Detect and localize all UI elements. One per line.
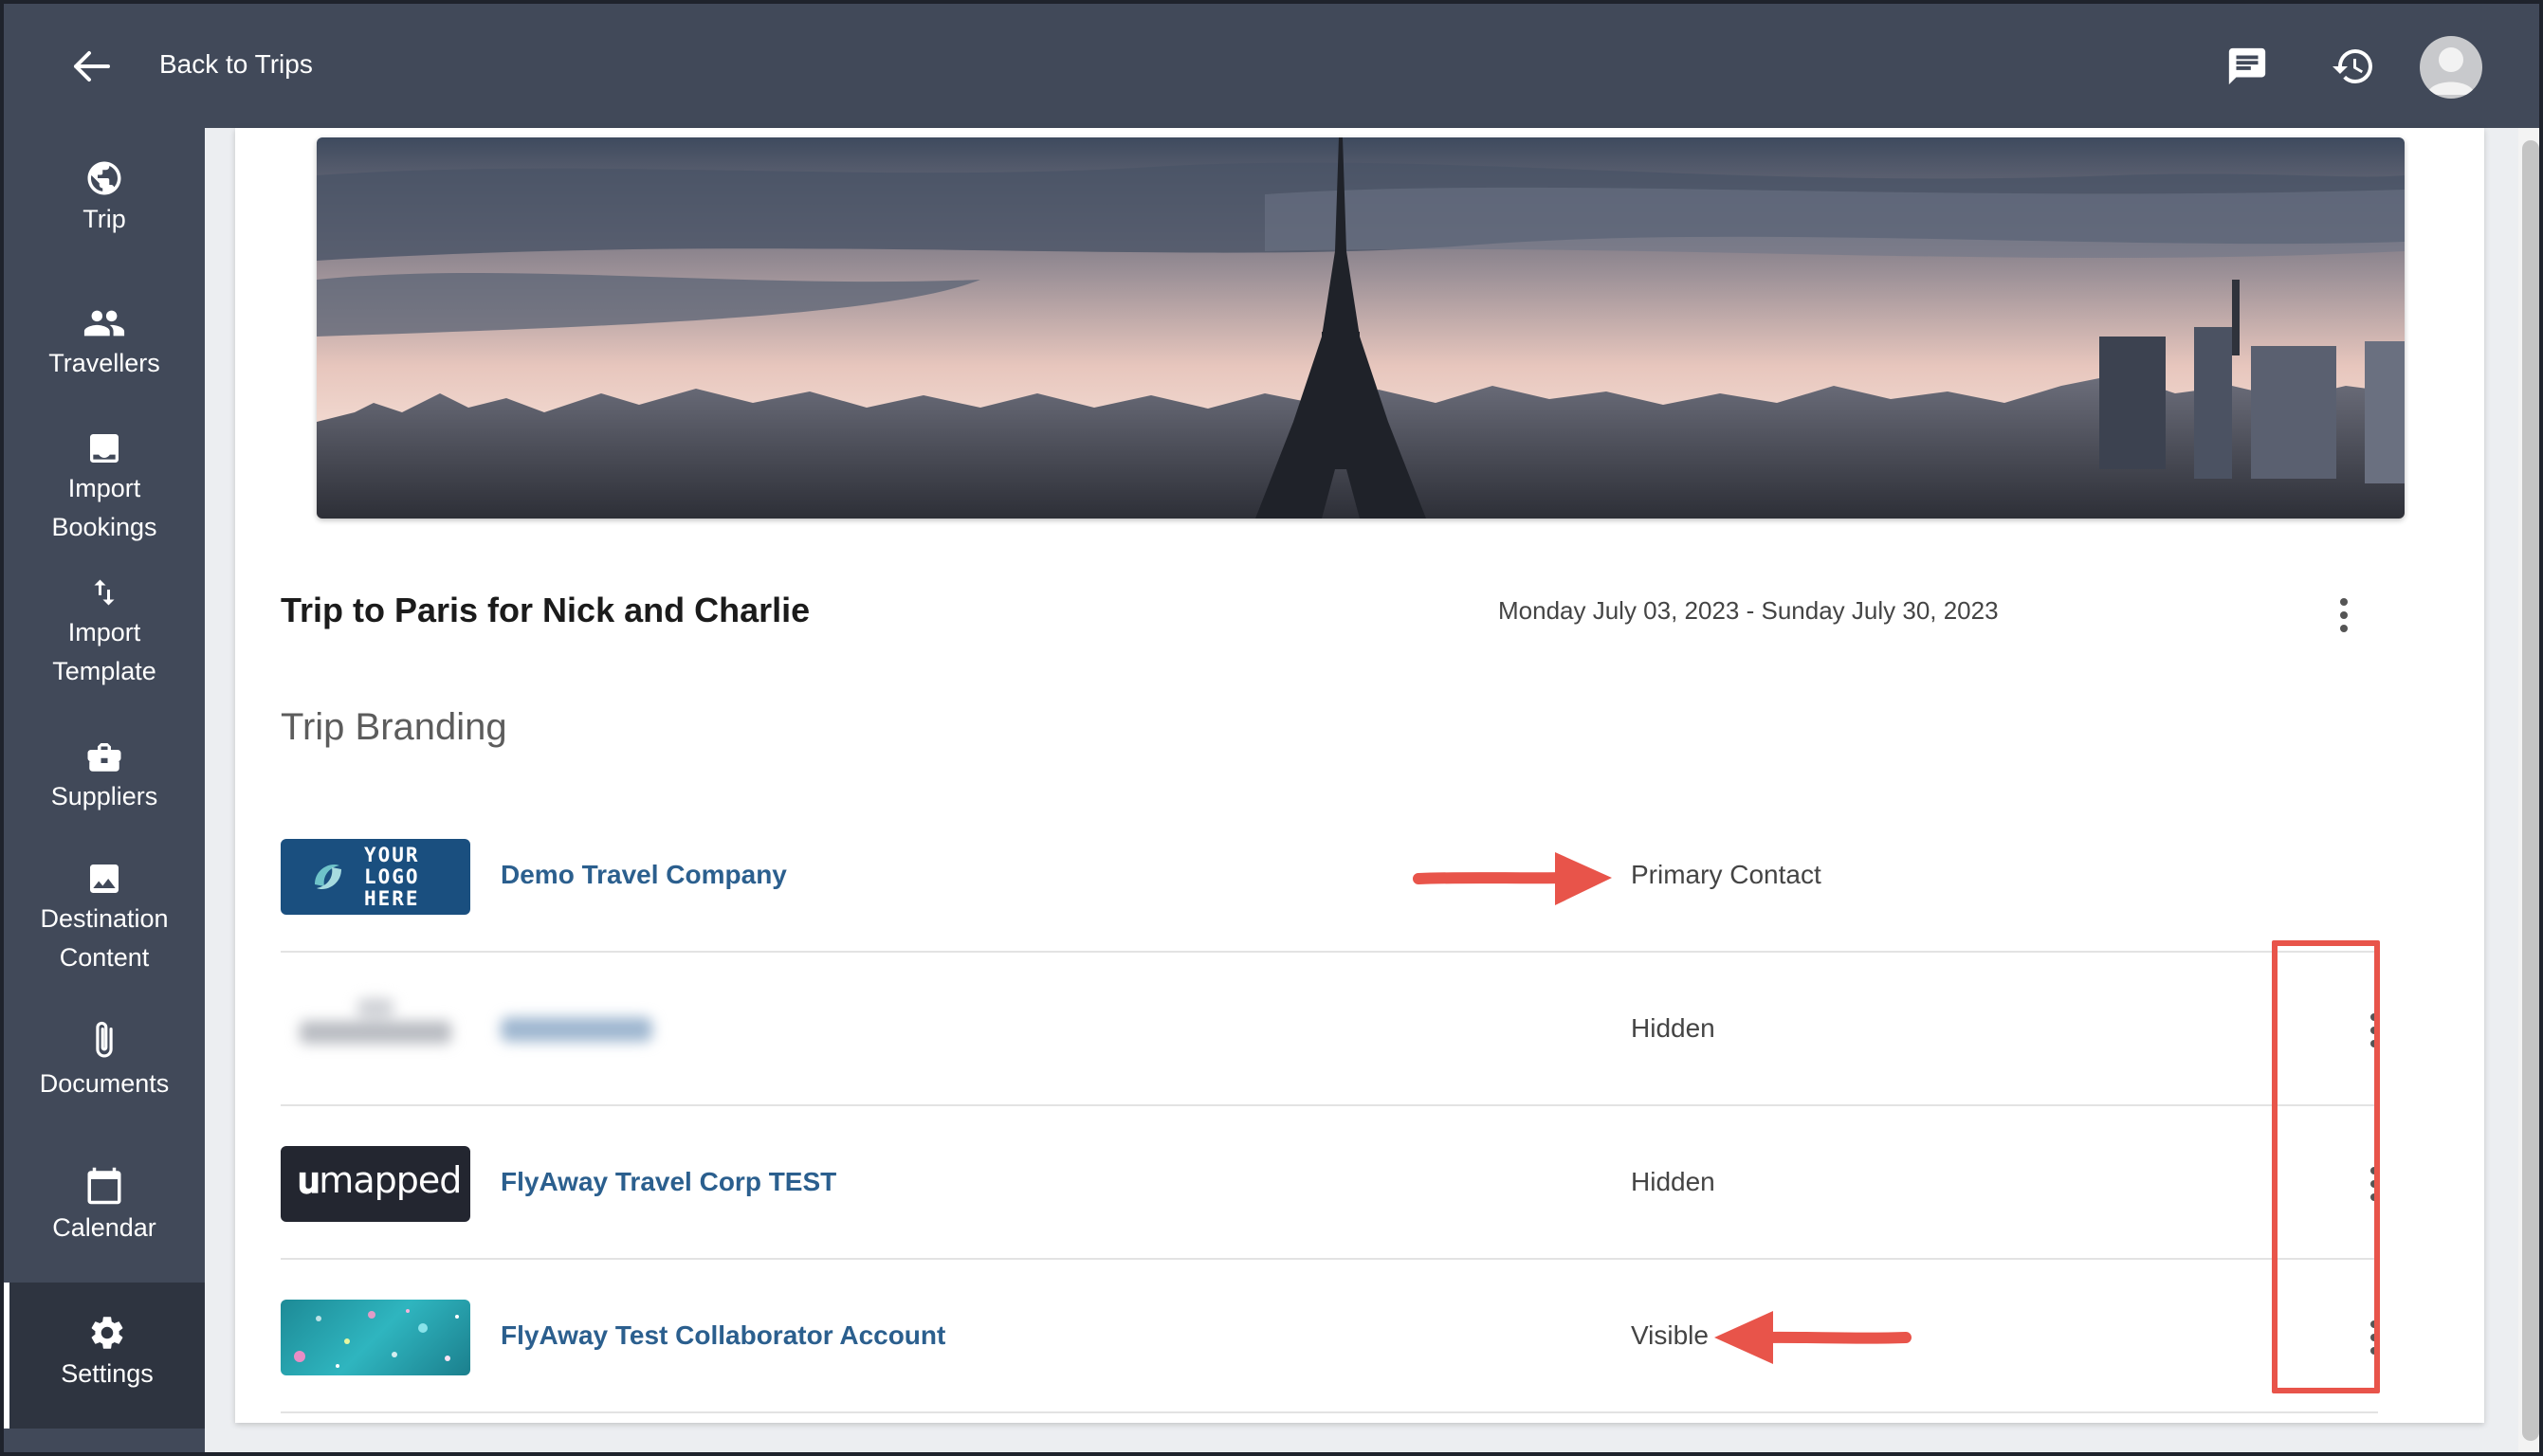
user-avatar-icon bbox=[2427, 47, 2475, 95]
trip-more-options-button[interactable] bbox=[2323, 591, 2365, 640]
message-icon bbox=[2228, 47, 2266, 85]
teal-confetti-logo bbox=[281, 1300, 470, 1375]
blurred-company-link[interactable] bbox=[501, 1017, 652, 1042]
arrow-left-icon bbox=[74, 51, 110, 82]
umapped-logo: 𝐮mapped bbox=[281, 1146, 470, 1222]
sidebar-item-settings[interactable]: Settings bbox=[4, 1283, 205, 1429]
people-icon bbox=[83, 310, 125, 337]
image-icon bbox=[90, 864, 119, 893]
swap-vertical-icon bbox=[94, 579, 115, 606]
umapped-logo-text: mapped bbox=[319, 1159, 462, 1201]
briefcase-icon bbox=[87, 743, 121, 772]
status-text: Hidden bbox=[1631, 1167, 1715, 1196]
sidebar-item-label: Destination Content bbox=[40, 904, 169, 972]
section-title-trip-branding: Trip Branding bbox=[281, 706, 507, 748]
sidebar-item-destination-content[interactable]: Destination Content bbox=[4, 854, 205, 977]
sidebar-item-label: Documents bbox=[39, 1069, 170, 1098]
status-text: Primary Contact bbox=[1631, 860, 1821, 889]
branding-row: YOUR LOGO HERE Demo Travel Company Prima… bbox=[281, 799, 2378, 953]
back-to-trips-link[interactable]: Back to Trips bbox=[159, 49, 313, 80]
status-text: Hidden bbox=[1631, 1013, 1715, 1043]
swirl-logo-icon bbox=[315, 864, 341, 890]
sidebar-item-import-bookings[interactable]: Import Bookings bbox=[4, 424, 205, 547]
sidebar-item-documents[interactable]: Documents bbox=[4, 1019, 205, 1103]
company-link[interactable]: Demo Travel Company bbox=[501, 860, 787, 890]
scrollbar-thumb[interactable] bbox=[2522, 140, 2539, 1441]
company-link[interactable]: FlyAway Travel Corp TEST bbox=[501, 1167, 836, 1197]
logo-text-line: YOUR bbox=[364, 844, 420, 866]
branding-row: 𝐮mapped FlyAway Travel Corp TEST Hidden bbox=[281, 1106, 2378, 1260]
sidebar-item-suppliers[interactable]: Suppliers bbox=[4, 732, 205, 816]
kebab-dot bbox=[2340, 611, 2348, 619]
import-bookings-icon bbox=[90, 434, 119, 463]
trip-hero-image bbox=[317, 137, 2405, 519]
top-bar: Back to Trips bbox=[4, 4, 2539, 128]
sidebar: Trip Travellers Import Bookings Import T… bbox=[4, 128, 205, 1452]
logo-text-line: HERE bbox=[364, 887, 420, 910]
globe-icon bbox=[87, 161, 121, 195]
status-text: Visible bbox=[1631, 1320, 1709, 1350]
messages-button[interactable] bbox=[2217, 36, 2278, 97]
sidebar-item-label: Trip bbox=[82, 205, 126, 233]
sidebar-item-import-template[interactable]: Import Template bbox=[4, 568, 205, 691]
avatar[interactable] bbox=[2420, 36, 2482, 99]
logo-text-line: LOGO bbox=[364, 865, 420, 888]
sidebar-item-label: Settings bbox=[61, 1359, 154, 1388]
umapped-u-glyph: 𝐮 bbox=[298, 1159, 320, 1201]
history-icon bbox=[2333, 49, 2372, 84]
trip-dates: Monday July 03, 2023 - Sunday July 30, 2… bbox=[1498, 596, 1999, 625]
company-link[interactable]: FlyAway Test Collaborator Account bbox=[501, 1320, 945, 1351]
annotation-highlight-box bbox=[2272, 940, 2380, 1393]
paperclip-icon bbox=[96, 1021, 113, 1058]
kebab-dot bbox=[2340, 598, 2348, 606]
sidebar-item-trip[interactable]: Trip bbox=[4, 155, 205, 239]
trip-title: Trip to Paris for Nick and Charlie bbox=[281, 591, 811, 629]
back-button[interactable] bbox=[61, 38, 121, 95]
sidebar-item-label: Import Bookings bbox=[51, 474, 157, 541]
annotation-arrow-left bbox=[1714, 1311, 1912, 1364]
calendar-icon bbox=[87, 1167, 121, 1205]
kebab-dot bbox=[2340, 625, 2348, 632]
branding-row: FlyAway Test Collaborator Account Visibl… bbox=[281, 1260, 2378, 1413]
annotation-arrow-right bbox=[1413, 852, 1612, 905]
your-logo-here-logo: YOUR LOGO HERE bbox=[281, 839, 470, 915]
history-button[interactable] bbox=[2323, 36, 2384, 97]
blurred-logo bbox=[281, 992, 470, 1068]
sidebar-item-label: Calendar bbox=[52, 1213, 156, 1242]
app-window: Back to Trips Trip Travellers Import Boo… bbox=[0, 0, 2543, 1456]
sidebar-item-label: Travellers bbox=[48, 349, 160, 377]
sidebar-item-travellers[interactable]: Travellers bbox=[4, 299, 205, 383]
gear-icon bbox=[91, 1317, 123, 1349]
sidebar-item-label: Suppliers bbox=[50, 782, 158, 810]
branding-row: Hidden bbox=[281, 953, 2378, 1106]
trip-settings-card: Trip to Paris for Nick and Charlie Monda… bbox=[235, 128, 2484, 1423]
sidebar-item-calendar[interactable]: Calendar bbox=[4, 1163, 205, 1247]
sidebar-item-label: Import Template bbox=[52, 618, 156, 685]
